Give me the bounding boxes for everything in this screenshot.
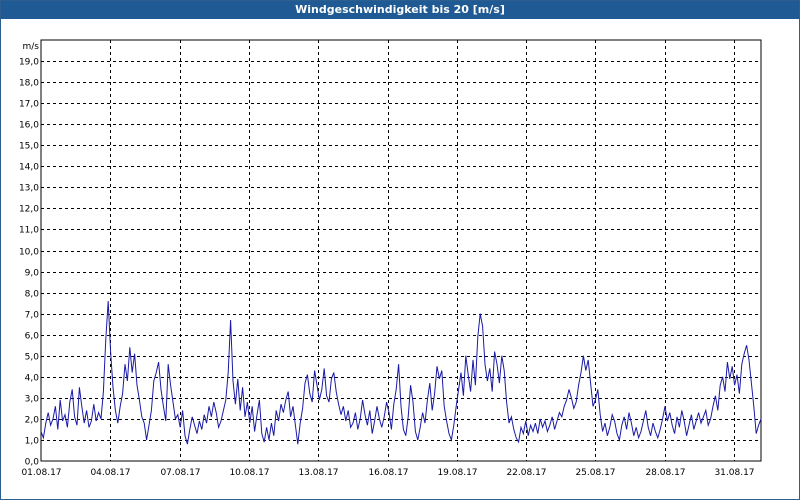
y-tick-label: 16,0: [19, 121, 39, 131]
x-tick-label: 22.08.17: [506, 468, 546, 478]
y-tick-label: 10,0: [19, 248, 39, 258]
y-tick-label: 2,0: [25, 416, 40, 426]
x-tick-label: 01.08.17: [21, 468, 61, 478]
x-axis-ticks: 01.08.17 04.08.17 07.08.17 10.08.17 13.08.17…: [21, 468, 754, 478]
wind-speed-chart: 0,0 1,0 2,0 3,0 4,0 5,0 6,0 7,0 8,0 9,0 10,0 11,0 12…: [19, 39, 762, 478]
y-tick-label: 18,0: [19, 79, 39, 89]
y-tick-label: 19,0: [19, 58, 39, 68]
series-line: [40, 300, 762, 445]
y-tick-label: 17,0: [19, 100, 39, 110]
x-tick-label: 07.08.17: [160, 468, 200, 478]
y-tick-label: 14,0: [19, 163, 39, 173]
y-axis-label: m/s: [23, 42, 40, 52]
y-tick-label: 3,0: [25, 395, 40, 405]
y-tick-label: 15,0: [19, 142, 39, 152]
y-tick-label: 6,0: [25, 332, 40, 342]
chart-window: Windgeschwindigkeit bis 20 [m/s] 0,0 1,0 2…: [0, 0, 800, 500]
y-tick-label: 11,0: [19, 226, 39, 236]
y-tick-label: 4,0: [25, 374, 40, 384]
y-tick-label: 8,0: [25, 290, 40, 300]
y-tick-label: 5,0: [25, 353, 40, 363]
y-axis-ticks: 0,0 1,0 2,0 3,0 4,0 5,0 6,0 7,0 8,0 9,0 10,0 11,0 12…: [19, 58, 39, 468]
x-tick-label: 28.08.17: [645, 468, 685, 478]
y-tick-label: 9,0: [25, 269, 40, 279]
x-tick-label: 13.08.17: [298, 468, 338, 478]
y-tick-label: 12,0: [19, 205, 39, 215]
window-title: Windgeschwindigkeit bis 20 [m/s]: [1, 1, 799, 19]
y-tick-label: 13,0: [19, 184, 39, 194]
x-tick-label: 10.08.17: [229, 468, 269, 478]
x-tick-label: 31.08.17: [714, 468, 754, 478]
x-tick-label: 16.08.17: [368, 468, 408, 478]
x-tick-label: 25.08.17: [575, 468, 615, 478]
y-tick-label: 1,0: [25, 437, 40, 447]
x-tick-label: 19.08.17: [437, 468, 477, 478]
x-tick-label: 04.08.17: [90, 468, 130, 478]
y-tick-label: 7,0: [25, 311, 40, 321]
y-tick-label: 0,0: [25, 458, 40, 468]
